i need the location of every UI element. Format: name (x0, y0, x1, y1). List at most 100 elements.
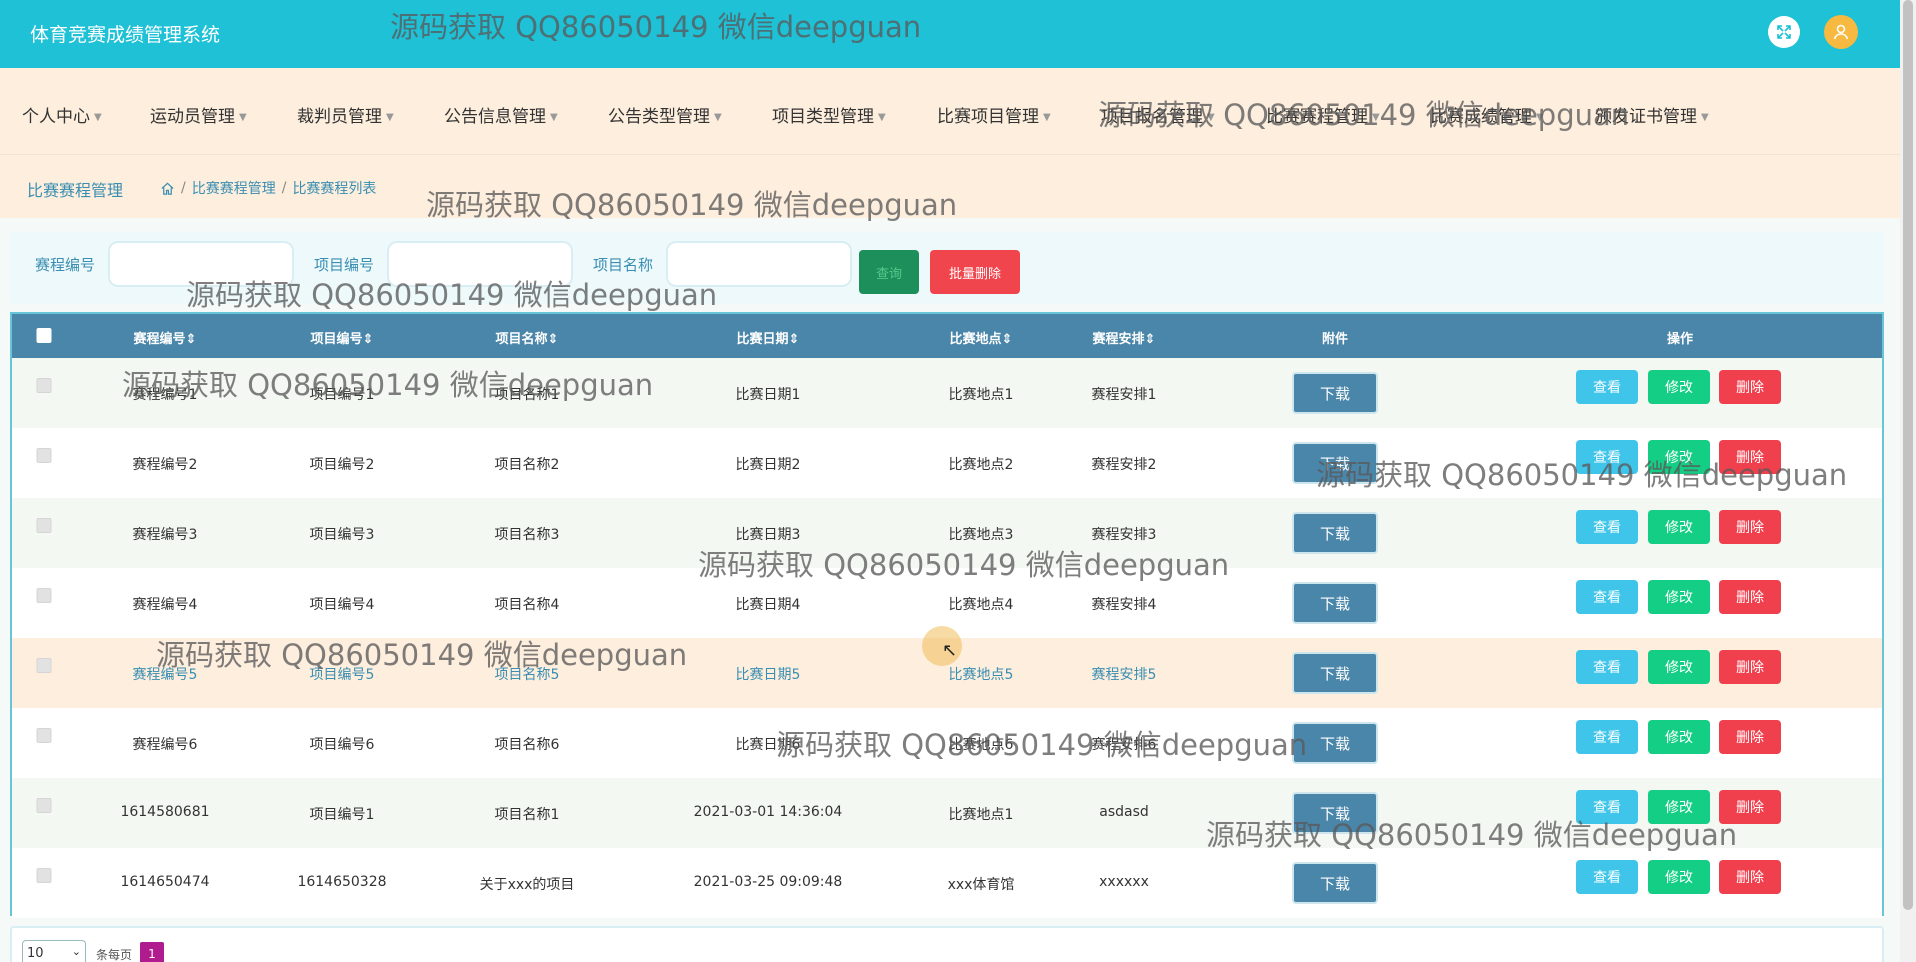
vertical-scrollbar[interactable] (1900, 0, 1916, 962)
cell-arrangement: 赛程安排5 (1091, 667, 1157, 683)
table-header: 赛程编号⇕ 项目编号⇕ 项目名称⇕ 比赛日期⇕ 比赛地点⇕ 赛程安排⇕ 附件 操… (12, 314, 1882, 358)
cell-date: 2021-03-01 14:36:04 (693, 804, 843, 820)
cell-schedule-code: 赛程编号4 (132, 597, 198, 613)
delete-button[interactable]: 删除 (1719, 510, 1781, 544)
row-checkbox[interactable] (36, 658, 52, 673)
batch-delete-button[interactable]: 批量删除 (930, 250, 1020, 294)
fullscreen-button[interactable] (1768, 16, 1800, 48)
row-checkbox[interactable] (36, 518, 52, 533)
nav-item-competition-projects[interactable]: 比赛项目管理 ▼ (937, 102, 1051, 127)
cell-project-name: 关于xxx的项目 (479, 877, 575, 893)
col-label: 赛程安排 (1092, 332, 1145, 347)
col-place[interactable]: 比赛地点⇕ (950, 328, 1013, 347)
caret-down-icon: ▼ (1372, 111, 1380, 123)
edit-button[interactable]: 修改 (1648, 510, 1710, 544)
download-button[interactable]: 下载 (1292, 582, 1378, 624)
view-button[interactable]: 查看 (1576, 650, 1638, 684)
edit-button[interactable]: 修改 (1648, 440, 1710, 474)
col-project-code[interactable]: 项目编号⇕ (311, 328, 374, 347)
col-label: 比赛日期 (736, 332, 789, 347)
select-all-checkbox[interactable] (36, 328, 52, 343)
nav-item-notice-types[interactable]: 公告类型管理 ▼ (608, 102, 722, 127)
breadcrumb-item[interactable]: 比赛赛程管理 (192, 178, 276, 198)
caret-down-icon: ▼ (1701, 111, 1709, 123)
project-code-input[interactable] (387, 241, 573, 287)
cell-project-name: 项目名称4 (494, 597, 560, 613)
nav-item-athletes[interactable]: 运动员管理 ▼ (150, 102, 247, 127)
delete-button[interactable]: 删除 (1719, 370, 1781, 404)
view-button[interactable]: 查看 (1576, 580, 1638, 614)
nav-item-referees[interactable]: 裁判员管理 ▼ (297, 102, 394, 127)
table-row: 赛程编号2 项目编号2 项目名称2 比赛日期2 比赛地点2 赛程安排2 下载 查看 修改 删除 (12, 428, 1882, 498)
cell-project-name: 项目名称5 (494, 667, 560, 683)
delete-button[interactable]: 删除 (1719, 580, 1781, 614)
edit-button[interactable]: 修改 (1648, 860, 1710, 894)
page-size-select[interactable]: 10 ⌄ (22, 940, 86, 962)
view-button[interactable]: 查看 (1576, 440, 1638, 474)
col-arrangement[interactable]: 赛程安排⇕ (1093, 328, 1156, 347)
download-button[interactable]: 下载 (1292, 792, 1378, 834)
caret-down-icon: ▼ (1536, 111, 1544, 123)
top-header: 体育竞赛成绩管理系统 (0, 0, 1900, 68)
download-button[interactable]: 下载 (1292, 722, 1378, 764)
delete-button[interactable]: 删除 (1719, 440, 1781, 474)
page-1-button[interactable]: 1 (140, 942, 164, 962)
delete-button[interactable]: 删除 (1719, 790, 1781, 824)
project-name-input[interactable] (666, 241, 852, 287)
cell-place: 比赛地点3 (948, 527, 1014, 543)
cell-date: 比赛日期2 (735, 457, 801, 473)
nav-item-notices[interactable]: 公告信息管理 ▼ (444, 102, 558, 127)
nav-item-schedule[interactable]: 比赛赛程管理 ▼ (1266, 102, 1380, 127)
view-button[interactable]: 查看 (1576, 370, 1638, 404)
avatar[interactable] (1824, 15, 1858, 49)
home-icon[interactable] (160, 181, 175, 196)
col-project-name[interactable]: 项目名称⇕ (496, 328, 559, 347)
col-schedule-code[interactable]: 赛程编号⇕ (134, 328, 197, 347)
search-button[interactable]: 查询 (859, 250, 919, 294)
row-checkbox[interactable] (36, 868, 52, 883)
nav-item-label: 公告信息管理 (444, 107, 546, 127)
download-button[interactable]: 下载 (1292, 512, 1378, 554)
cell-schedule-code: 1614650474 (120, 874, 210, 890)
row-checkbox[interactable] (36, 378, 52, 393)
download-button[interactable]: 下载 (1292, 862, 1378, 904)
edit-button[interactable]: 修改 (1648, 720, 1710, 754)
col-date[interactable]: 比赛日期⇕ (737, 328, 800, 347)
schedule-code-input[interactable] (108, 241, 294, 287)
edit-button[interactable]: 修改 (1648, 370, 1710, 404)
nav-item-label: 项目报名管理 (1101, 107, 1203, 127)
row-checkbox[interactable] (36, 728, 52, 743)
caret-down-icon: ▼ (1043, 111, 1051, 123)
view-button[interactable]: 查看 (1576, 860, 1638, 894)
nav-item-personal-center[interactable]: 个人中心 ▼ (22, 102, 102, 127)
expand-icon (1777, 25, 1791, 39)
nav-item-certificates[interactable]: 颁发证书管理 ▼ (1595, 102, 1709, 127)
row-checkbox[interactable] (36, 448, 52, 463)
delete-button[interactable]: 删除 (1719, 650, 1781, 684)
view-button[interactable]: 查看 (1576, 790, 1638, 824)
view-button[interactable]: 查看 (1576, 510, 1638, 544)
caret-down-icon: ▼ (550, 111, 558, 123)
nav-item-registration[interactable]: 项目报名管理 ▼ (1101, 102, 1215, 127)
delete-button[interactable]: 删除 (1719, 860, 1781, 894)
download-button[interactable]: 下载 (1292, 372, 1378, 414)
nav-item-project-types[interactable]: 项目类型管理 ▼ (772, 102, 886, 127)
edit-button[interactable]: 修改 (1648, 650, 1710, 684)
edit-button[interactable]: 修改 (1648, 790, 1710, 824)
nav-item-results[interactable]: 比赛成绩管理 ▼ (1430, 102, 1544, 127)
cell-date: 比赛日期3 (735, 527, 801, 543)
delete-button[interactable]: 删除 (1719, 720, 1781, 754)
scrollbar-thumb[interactable] (1903, 0, 1913, 910)
cell-arrangement: 赛程安排3 (1091, 527, 1157, 543)
download-button[interactable]: 下载 (1292, 442, 1378, 484)
schedule-table: 赛程编号⇕ 项目编号⇕ 项目名称⇕ 比赛日期⇕ 比赛地点⇕ 赛程安排⇕ 附件 操… (10, 312, 1884, 918)
page-title: 比赛赛程管理 (27, 181, 124, 200)
download-button[interactable]: 下载 (1292, 652, 1378, 694)
edit-button[interactable]: 修改 (1648, 580, 1710, 614)
row-checkbox[interactable] (36, 798, 52, 813)
row-checkbox[interactable] (36, 588, 52, 603)
cell-project-code: 项目编号1 (309, 807, 375, 823)
cell-date: 比赛日期6 (735, 737, 801, 753)
cell-date: 2021-03-25 09:09:48 (693, 874, 843, 890)
view-button[interactable]: 查看 (1576, 720, 1638, 754)
